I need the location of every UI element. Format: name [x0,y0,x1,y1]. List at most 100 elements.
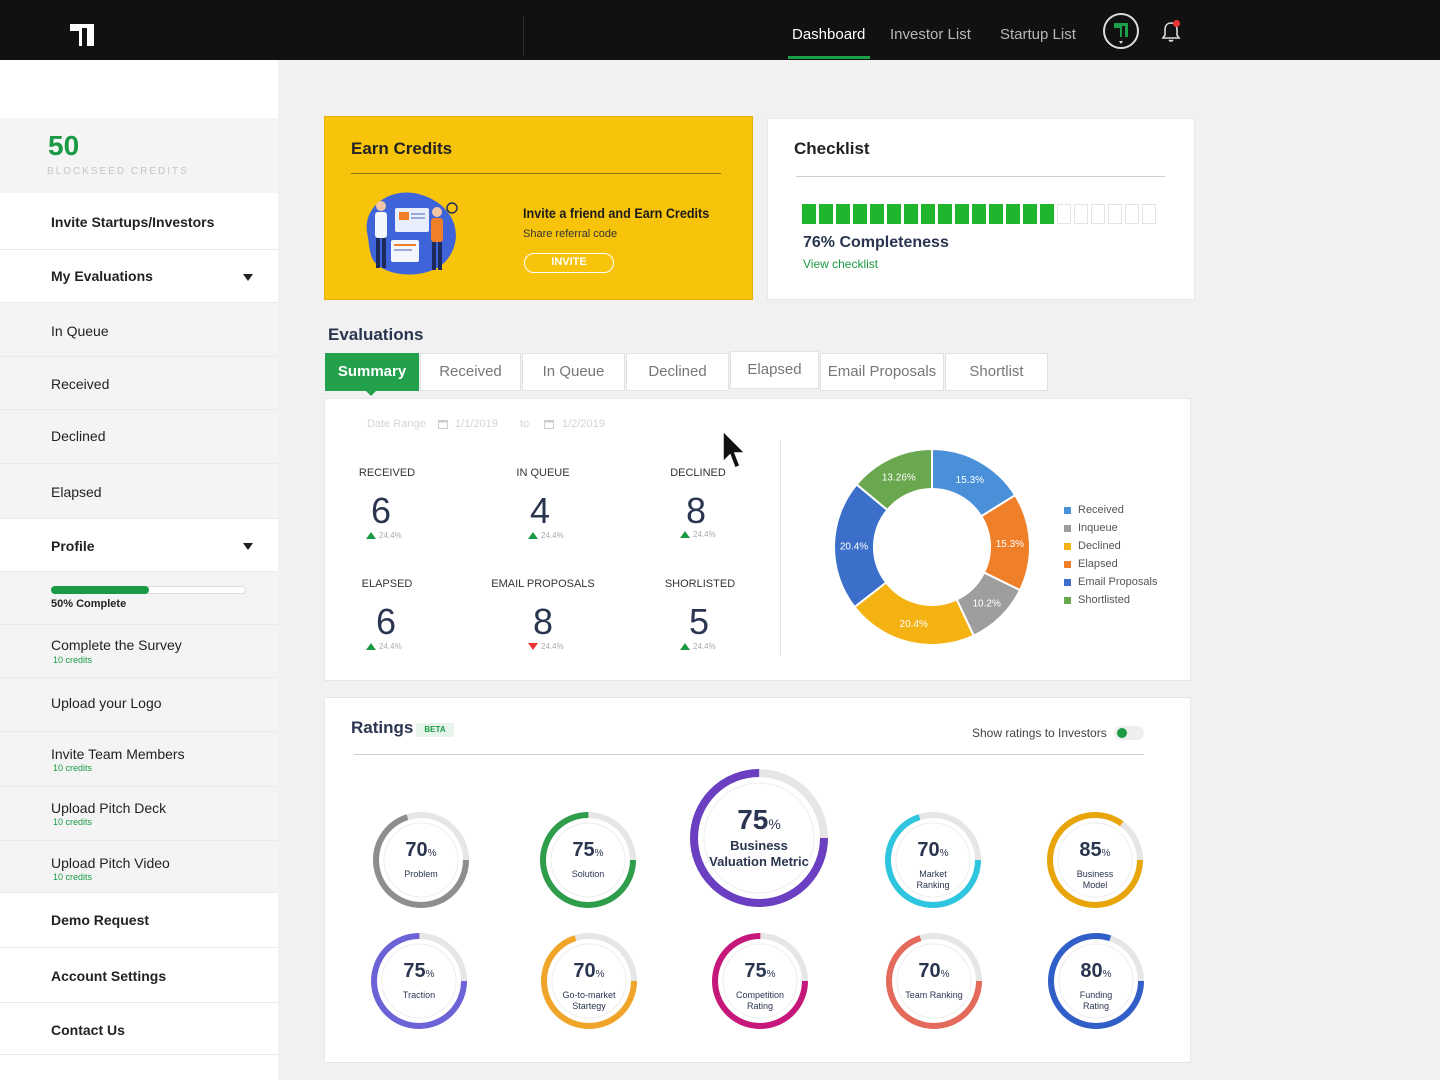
beta-badge: BETA [416,723,454,737]
donut-slice-label: 20.4% [900,619,928,630]
sidebar-item-elapsed[interactable]: Elapsed [0,464,278,519]
task-credits: 10 credits [53,655,93,665]
rating-label: Solution [571,869,605,879]
credits-panel [0,118,278,193]
checklist-block [887,204,901,224]
sidebar-item-received[interactable]: Received [0,357,278,410]
calendar-icon[interactable] [438,419,448,429]
task-label: Upload your Logo [51,695,162,711]
rating-value: 75% [403,960,435,982]
tab-in-queue[interactable]: In Queue [522,353,625,391]
sidebar-item-invite[interactable]: Invite Startups/Investors [0,193,278,250]
stat-delta: 24.4% [680,642,716,651]
sidebar-item-my-evaluations[interactable]: My Evaluations [0,250,278,303]
legend-label: Elapsed [1078,558,1118,570]
sidebar-item-label: Profile [51,538,95,554]
view-checklist-link[interactable]: View checklist [803,257,878,271]
sidebar-item-label: Account Settings [51,968,167,984]
trend-up-icon [366,643,376,651]
stat-value: 4 [529,490,551,531]
checklist-block [1108,204,1122,224]
calendar-icon[interactable] [544,419,554,429]
stat-value: 8 [532,601,554,642]
legend-item: Inqueue [1064,522,1118,534]
brand-logo-icon[interactable] [70,22,94,46]
tab-shortlist[interactable]: Shortlist [945,353,1048,391]
sidebar-task-pitch-video[interactable]: Upload Pitch Video 10 credits [0,841,278,893]
evaluations-donut-chart: 15.3% 15.3% 10.2% 20.4% 20.4% 13.26% [833,447,1031,646]
legend-label: Declined [1078,540,1121,552]
sidebar-item-account-settings[interactable]: Account Settings [0,948,278,1003]
stat-label: EMAIL PROPOSALS [491,578,595,590]
legend-label: Received [1078,504,1124,516]
earn-subtext: Share referral code [523,228,618,240]
tab-pointer [365,390,377,396]
sidebar-item-contact-us[interactable]: Contact Us [0,1003,278,1055]
nav-investor-list[interactable]: Investor List [890,26,971,43]
checklist-block [938,204,952,224]
caret-down-icon [243,274,253,281]
sidebar-item-profile[interactable]: Profile [0,519,278,572]
checklist-block [1057,204,1071,224]
sidebar-task-team[interactable]: Invite Team Members 10 credits [0,732,278,787]
ratings-title: Ratings [351,718,414,737]
rating-value: 80% [1080,960,1112,982]
rating-label: Problem [404,869,438,879]
legend-item: Shortlisted [1064,594,1130,606]
rating-value: 70% [405,839,437,861]
checklist-block [904,204,918,224]
profile-progress-fill [51,586,149,594]
checklist-block [1006,204,1020,224]
ratings-divider [354,754,1144,755]
toggle-knob[interactable] [1117,728,1127,738]
trend-down-icon [528,643,538,651]
donut-slice-label: 15.3% [956,475,984,486]
credits-count: 50 [48,130,80,161]
stat-value: 6 [370,490,392,531]
date-to[interactable]: 1/2/2019 [562,418,605,430]
rating-label: Market Ranking [916,869,950,890]
legend-swatch [1064,524,1071,532]
tab-summary[interactable]: Summary [325,353,419,391]
legend-swatch [1064,596,1071,604]
rating-value: 75% [744,960,776,982]
trend-up-icon [680,643,690,651]
nav-startup-list[interactable]: Startup List [1000,26,1076,43]
rating-label: Traction [402,990,436,1000]
sidebar-item-label: My Evaluations [51,268,153,284]
nav-dashboard[interactable]: Dashboard [792,26,865,43]
avatar[interactable] [1103,13,1139,49]
sidebar-item-label: Invite Startups/Investors [51,214,215,230]
sidebar-item-declined[interactable]: Declined [0,410,278,464]
legend-item: Declined [1064,540,1121,552]
tab-received[interactable]: Received [420,353,521,391]
avatar-logo-icon [1114,23,1128,44]
sidebar-task-survey[interactable]: Complete the Survey 10 credits [0,625,278,678]
stat-label: ELAPSED [361,578,413,590]
task-label: Upload Pitch Deck [51,800,167,816]
toggle-label: Show ratings to Investors [972,726,1107,740]
task-label: Invite Team Members [51,746,185,762]
sidebar-item-demo-request[interactable]: Demo Request [0,893,278,948]
legend-label: Inqueue [1078,522,1118,534]
nav-divider [523,16,524,56]
tab-declined[interactable]: Declined [626,353,729,391]
stat-delta: 24.4% [528,531,564,540]
rating-label: Competition Rating [735,990,785,1011]
invite-button[interactable]: INVITE [524,253,614,273]
caret-down-icon [243,543,253,550]
date-to-label: to [520,418,530,430]
date-from[interactable]: 1/1/2019 [455,418,498,430]
sidebar-task-pitch-deck[interactable]: Upload Pitch Deck 10 credits [0,787,278,841]
sidebar-task-logo[interactable]: Upload your Logo [0,678,278,732]
sidebar-item-in-queue[interactable]: In Queue [0,303,278,357]
tab-elapsed[interactable]: Elapsed [730,351,819,389]
rating-value: 70% [918,960,950,982]
rating-value: 70% [917,839,949,861]
legend-item: Email Proposals [1064,576,1157,588]
tab-email-proposals[interactable]: Email Proposals [820,353,944,391]
legend-swatch [1064,578,1071,586]
credits-label: BLOCKSEED CREDITS [47,166,189,177]
stat-value: 8 [685,490,707,531]
trend-up-icon [680,531,690,539]
